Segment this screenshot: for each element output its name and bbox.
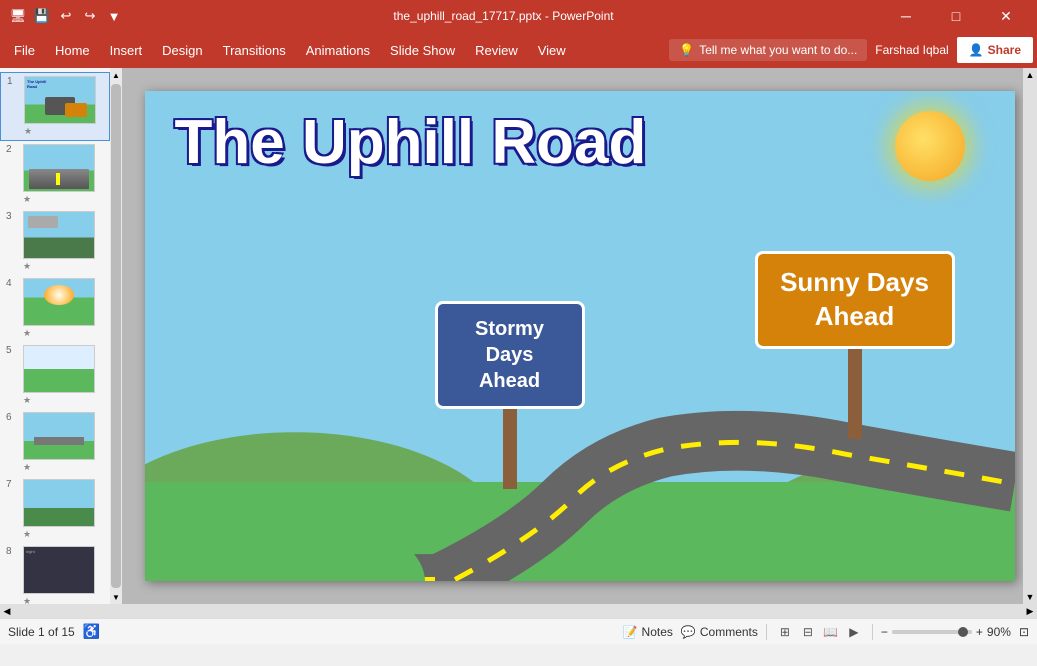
slide-thumb-4[interactable]: 4 ★ (0, 275, 110, 342)
menu-animations[interactable]: Animations (296, 36, 380, 64)
comments-button[interactable]: 💬 Comments (681, 625, 758, 639)
canvas-scroll-down[interactable]: ▼ (1023, 590, 1037, 604)
redo-icon[interactable]: ↪ (80, 6, 100, 26)
zoom-control: − + 90% (881, 625, 1011, 639)
maximize-button[interactable]: □ (933, 0, 979, 32)
hscroll-right[interactable]: ▶ (1023, 604, 1037, 618)
menu-bar: File Home Insert Design Transitions Anim… (0, 32, 1037, 68)
status-right: 📝 Notes 💬 Comments ⊞ ⊟ 📖 ▶ − + 90% ⊡ (623, 622, 1029, 642)
canvas-vscroll[interactable]: ▲ ▼ (1023, 68, 1037, 604)
slide-thumb-6[interactable]: 6 ★ (0, 409, 110, 476)
panel-scroll-thumb[interactable] (111, 84, 121, 588)
panel-scroll-down[interactable]: ▼ (110, 590, 122, 604)
zoom-out-icon[interactable]: − (881, 625, 888, 639)
zoom-slider[interactable] (892, 630, 972, 634)
stormy-sign-post (503, 409, 517, 489)
close-button[interactable]: ✕ (983, 0, 1029, 32)
slide-image-7 (23, 479, 95, 527)
menu-slideshow[interactable]: Slide Show (380, 36, 465, 64)
slide-thumb-3[interactable]: 3 ★ (0, 208, 110, 275)
title-bar-left: 🖥 💾 ↩ ↪ ▼ (8, 6, 124, 26)
accessibility-icon: ♿ (83, 623, 100, 640)
user-name: Farshad Iqbal (867, 39, 956, 61)
divider-1 (766, 624, 767, 640)
canvas-scroll-up[interactable]: ▲ (1023, 68, 1037, 82)
menu-transitions[interactable]: Transitions (213, 36, 296, 64)
zoom-thumb[interactable] (958, 627, 968, 637)
slide-image-8: night (23, 546, 95, 594)
slide-info: Slide 1 of 15 (8, 625, 75, 639)
hscroll-left[interactable]: ◀ (0, 604, 14, 618)
save-icon[interactable]: 💾 (32, 6, 52, 26)
slide-canvas[interactable]: The Uphill Road Stormy Days Ahead Sunny … (145, 91, 1015, 581)
notes-icon: 📝 (623, 625, 638, 639)
sun-circle (895, 111, 965, 181)
minimize-button[interactable]: ─ (883, 0, 929, 32)
share-button[interactable]: 👤 Share (957, 37, 1033, 63)
view-icons: ⊞ ⊟ 📖 ▶ (775, 622, 864, 642)
stormy-sign: Stormy Days Ahead (435, 301, 585, 489)
sun-graphic (885, 101, 975, 191)
slide-thumb-2[interactable]: 2 ★ (0, 141, 110, 208)
slide-image-2 (23, 144, 95, 192)
menu-review[interactable]: Review (465, 36, 528, 64)
slide-title: The Uphill Road (175, 109, 647, 177)
title-bar: 🖥 💾 ↩ ↪ ▼ the_uphill_road_17717.pptx - P… (0, 0, 1037, 32)
status-bar: Slide 1 of 15 ♿ 📝 Notes 💬 Comments ⊞ ⊟ 📖… (0, 618, 1037, 644)
slide-image-6 (23, 412, 95, 460)
slide-thumb-5[interactable]: 5 ★ (0, 342, 110, 409)
fit-slide-button[interactable]: ⊡ (1019, 625, 1029, 639)
sunny-sign-post (848, 349, 862, 439)
menu-home[interactable]: Home (45, 36, 100, 64)
window-controls: ─ □ ✕ (883, 0, 1029, 32)
status-left: Slide 1 of 15 ♿ (8, 623, 100, 640)
slideshow-view-icon[interactable]: ▶ (844, 622, 864, 642)
notes-button[interactable]: 📝 Notes (623, 625, 673, 639)
powerpoint-icon: 🖥 (8, 6, 28, 26)
reading-view-icon[interactable]: 📖 (821, 622, 841, 642)
undo-icon[interactable]: ↩ (56, 6, 76, 26)
sunny-sign-board: Sunny Days Ahead (755, 251, 955, 349)
canvas-area: The Uphill Road Stormy Days Ahead Sunny … (122, 68, 1037, 604)
menu-insert[interactable]: Insert (100, 36, 153, 64)
panel-vscroll[interactable]: ▲ ▼ (110, 68, 122, 604)
slide-panel: 1 The UphillRoad ★ 2 (0, 68, 110, 604)
slide-thumb-1[interactable]: 1 The UphillRoad ★ (0, 72, 110, 141)
window-title: the_uphill_road_17717.pptx - PowerPoint (124, 9, 883, 23)
sunny-sign: Sunny Days Ahead (755, 251, 955, 439)
main-area: 1 The UphillRoad ★ 2 (0, 68, 1037, 604)
menu-design[interactable]: Design (152, 36, 212, 64)
h-scrollbar[interactable]: ◀ ▶ (0, 604, 1037, 618)
slide-image-5 (23, 345, 95, 393)
hscroll-track[interactable] (14, 604, 1023, 618)
tell-me-field[interactable]: 💡 Tell me what you want to do... (669, 39, 867, 61)
share-icon: 👤 (969, 43, 984, 57)
slide-image-4 (23, 278, 95, 326)
lightbulb-icon: 💡 (679, 43, 694, 57)
normal-view-icon[interactable]: ⊞ (775, 622, 795, 642)
slide-image-1: The UphillRoad (24, 76, 96, 124)
panel-scroll-up[interactable]: ▲ (110, 68, 122, 82)
customize-icon[interactable]: ▼ (104, 6, 124, 26)
canvas-scroll-track (1023, 82, 1037, 590)
divider-2 (872, 624, 873, 640)
zoom-in-icon[interactable]: + (976, 625, 983, 639)
slide-image-3 (23, 211, 95, 259)
menu-file[interactable]: File (4, 36, 45, 64)
slide-sorter-icon[interactable]: ⊟ (798, 622, 818, 642)
slide-panel-scroll[interactable]: 1 The UphillRoad ★ 2 (0, 68, 110, 604)
zoom-level: 90% (987, 625, 1011, 639)
comments-icon: 💬 (681, 625, 696, 639)
menu-view[interactable]: View (528, 36, 576, 64)
stormy-sign-board: Stormy Days Ahead (435, 301, 585, 409)
slide-thumb-7[interactable]: 7 ★ (0, 476, 110, 543)
slide-thumb-8[interactable]: 8 night ★ (0, 543, 110, 604)
